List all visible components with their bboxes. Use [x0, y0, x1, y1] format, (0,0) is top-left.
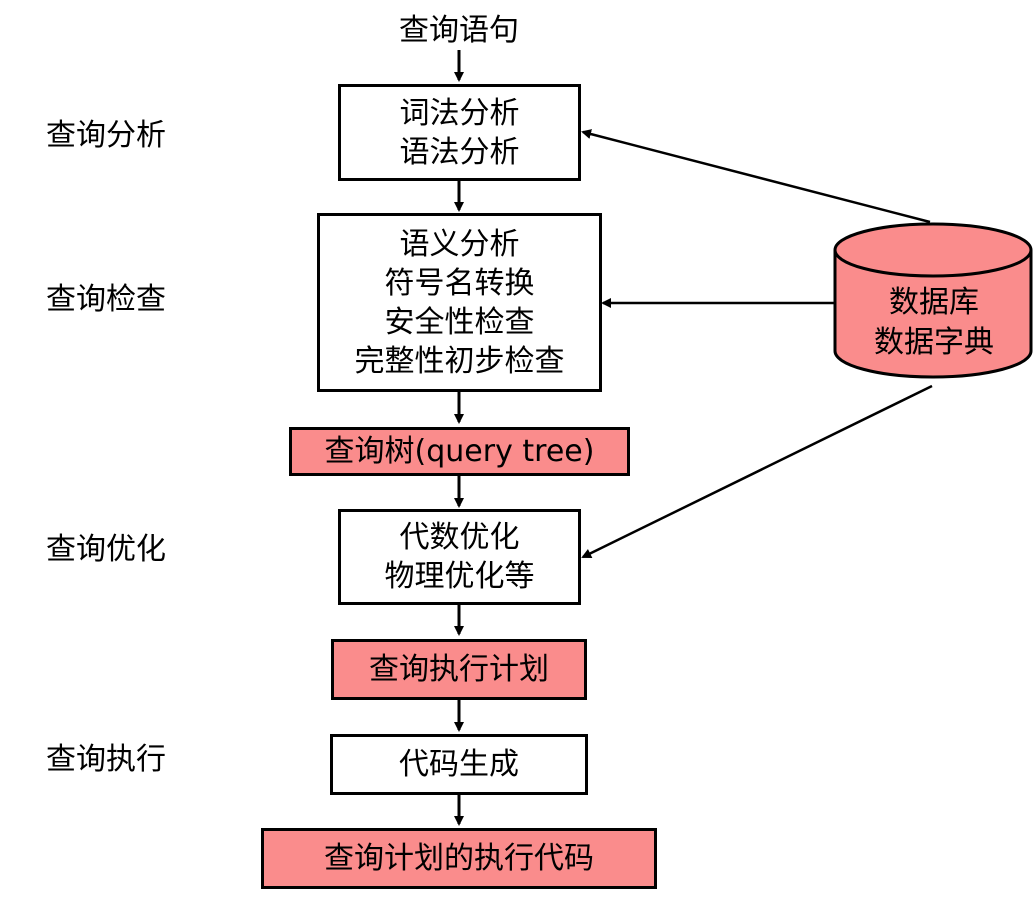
semantic-check-box: 语义分析 符号名转换 安全性检查 完整性初步检查 — [317, 213, 602, 392]
code-generation-text: 代码生成 — [399, 747, 519, 782]
semantic-analysis-text: 语义分析 — [399, 226, 520, 262]
syntax-analysis-text: 语法分析 — [399, 134, 520, 170]
query-tree-text: 查询树(query tree) — [324, 434, 595, 469]
execution-code-box: 查询计划的执行代码 — [261, 828, 657, 889]
query-tree-box: 查询树(query tree) — [289, 427, 630, 476]
lexical-analysis-text: 词法分析 — [399, 95, 520, 131]
stage-label-optimize: 查询优化 — [46, 532, 166, 567]
optimization-box: 代数优化 物理优化等 — [338, 509, 581, 605]
database-label: 数据库 数据字典 — [836, 283, 1032, 363]
security-check-text: 安全性检查 — [384, 304, 535, 340]
execution-plan-text: 查询执行计划 — [369, 652, 549, 687]
parse-box: 词法分析 语法分析 — [338, 84, 581, 181]
data-dictionary-text: 数据字典 — [874, 325, 994, 360]
stage-label-execute: 查询执行 — [46, 742, 166, 777]
code-generation-box: 代码生成 — [330, 734, 588, 795]
execution-code-text: 查询计划的执行代码 — [324, 841, 594, 876]
physical-optimization-text: 物理优化等 — [384, 559, 535, 594]
integrity-check-text: 完整性初步检查 — [354, 343, 565, 379]
execution-plan-box: 查询执行计划 — [331, 639, 587, 700]
arrow-db-to-optimize — [581, 384, 933, 559]
symbol-conversion-text: 符号名转换 — [384, 265, 535, 301]
database-text: 数据库 — [889, 285, 979, 320]
arrow-db-to-parse — [581, 129, 931, 224]
query-statement-label: 查询语句 — [399, 13, 519, 48]
algebra-optimization-text: 代数优化 — [399, 520, 520, 555]
stage-label-analysis: 查询分析 — [46, 118, 166, 153]
stage-label-check: 查询检查 — [46, 282, 166, 317]
